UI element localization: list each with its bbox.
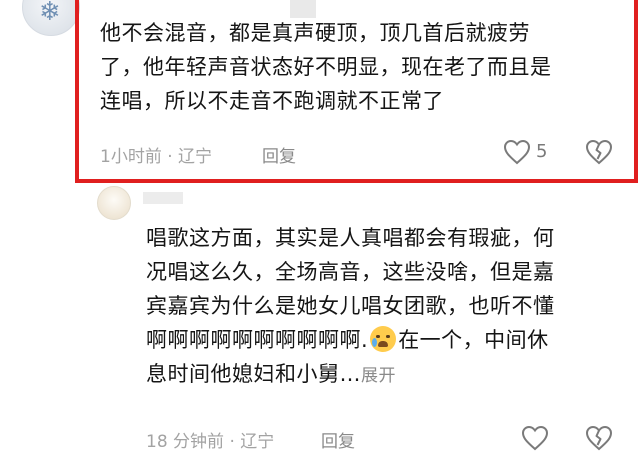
avatar[interactable] [97,186,131,220]
comment-line: 他不会混音，都是真声硬顶，顶几首后就疲劳 [100,21,530,45]
comment-line: 宾嘉宾为什么是她女儿唱女团歌，也听不懂 [146,294,555,318]
comment-fragment: 在一个，中间休 [398,328,549,352]
comment-line: 连唱，所以不走音不跑调就不正常了 [100,89,444,113]
comment-text: 唱歌这方面，其实是人真唱都会有瑕疵，何 况唱这么久，全场高音，这些没啥，但是嘉 … [146,221,616,393]
comment-meta: 1小时前 · 辽宁 [100,147,213,167]
comment-text: 他不会混音，都是真声硬顶，顶几首后就疲劳 了，他年轻声音状态好不明显，现在老了而… [100,16,620,118]
like-heart-icon[interactable] [503,139,531,165]
comment-line: 啊啊啊啊啊啊啊啊啊啊. 在一个，中间休 [146,323,616,357]
comment-fragment: 啊啊啊啊啊啊啊啊啊啊. [146,328,369,352]
dislike-broken-heart-icon[interactable] [585,425,613,451]
username-blurred [143,192,183,204]
avatar[interactable]: ❄ [22,0,80,36]
reply-button[interactable]: 回复 [321,427,355,452]
like-count: 5 [536,141,548,162]
comment-line: 息时间他媳妇和小舅…展开 [146,357,616,393]
dislike-broken-heart-icon[interactable] [585,139,613,165]
comment-line: 了，他年轻声音状态好不明显，现在老了而且是 [100,55,552,79]
reply-button[interactable]: 回复 [262,142,296,167]
expand-button[interactable]: 展开 [361,366,396,386]
like-heart-icon[interactable] [521,425,549,451]
comment-fragment: 息时间他媳妇和小舅… [146,362,361,386]
snowflake-icon: ❄ [39,0,61,27]
comment-line: 况唱这么久，全场高音，这些没啥，但是嘉 [146,260,555,284]
comment-line: 唱歌这方面，其实是人真唱都会有瑕疵，何 [146,226,555,250]
comment-meta: 18 分钟前 · 辽宁 [146,432,275,452]
crying-face-icon [370,326,397,352]
